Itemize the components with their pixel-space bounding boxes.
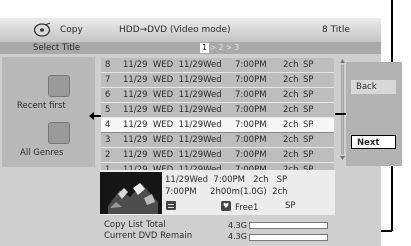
- copy-total-bar: [249, 222, 328, 229]
- row-date: 11/29 WED 11/29Wed: [123, 75, 222, 85]
- row-date: 11/29 WED 11/29Wed: [123, 60, 222, 70]
- remain-value: 4.3G: [228, 232, 247, 241]
- row-mode: SP: [303, 120, 314, 130]
- sort-icon: [48, 75, 70, 97]
- row-mode: SP: [303, 150, 314, 160]
- row-date: 11/29 WED 11/29Wed: [123, 150, 222, 160]
- header-title-count: 8 Title: [322, 25, 350, 35]
- table-row[interactable]: 4 11/29 WED 11/29Wed 7:00PM 2ch SP: [101, 118, 334, 133]
- preview-mode: SP: [285, 201, 296, 211]
- row-time: 7:00PM: [235, 60, 267, 70]
- preview-line-1: 11/29Wed 7:00PM 2ch SP: [165, 175, 288, 185]
- row-time: 7:00PM: [235, 90, 267, 100]
- header-bar: Copy HDD→DVD (Video mode) 8 Title: [0, 18, 381, 43]
- info-icon: [166, 201, 176, 210]
- arrow-left-icon: [89, 112, 101, 123]
- heart-icon: ♥: [221, 201, 231, 211]
- row-number: 3: [105, 135, 111, 145]
- row-time: 7:00PM: [235, 120, 267, 130]
- sub-bar: Select Title 1 > 2 > 3: [0, 42, 381, 54]
- table-row[interactable]: 7 11/29 WED 11/29Wed 7:00PM 2ch SP: [101, 73, 334, 88]
- row-channel: 2ch: [283, 90, 299, 100]
- page-current[interactable]: 1: [200, 43, 209, 53]
- header-route: HDD→DVD (Video mode): [119, 25, 231, 35]
- right-panel: [346, 62, 402, 166]
- preview-thumbnail: [100, 172, 162, 214]
- free-label: Free1: [235, 203, 259, 213]
- row-number: 8: [105, 60, 111, 70]
- disc-icon: [33, 22, 51, 37]
- row-number: 2: [105, 150, 111, 160]
- row-channel: 2ch: [283, 60, 299, 70]
- row-date: 11/29 WED 11/29Wed: [123, 120, 222, 130]
- row-time: 7:00PM: [235, 150, 267, 160]
- row-number: 5: [105, 105, 111, 115]
- row-mode: SP: [303, 60, 314, 70]
- row-number: 4: [105, 120, 111, 130]
- table-row[interactable]: 2 11/29 WED 11/29Wed 7:00PM 2ch SP: [101, 148, 334, 163]
- row-date: 11/29 WED 11/29Wed: [123, 90, 222, 100]
- title-list: 8 11/29 WED 11/29Wed 7:00PM 2ch SP 7 11/29 WED…: [101, 58, 334, 178]
- table-row[interactable]: 5 11/29 WED 11/29Wed 7:00PM 2ch SP: [101, 103, 334, 118]
- scrollbar[interactable]: [339, 58, 346, 161]
- copy-total-label: Copy List Total: [104, 220, 166, 230]
- copy-total-value: 4.3G: [228, 221, 247, 230]
- row-channel: 2ch: [283, 135, 299, 145]
- select-title-label: Select Title: [33, 43, 81, 53]
- row-channel: 2ch: [283, 150, 299, 160]
- table-row[interactable]: 3 11/29 WED 11/29Wed 7:00PM 2ch SP: [101, 133, 334, 148]
- row-number: 7: [105, 75, 111, 85]
- table-row[interactable]: 6 11/29 WED 11/29Wed 7:00PM 2ch SP: [101, 88, 334, 103]
- row-mode: SP: [303, 135, 314, 145]
- row-time: 7:00PM: [235, 105, 267, 115]
- row-number: 6: [105, 90, 111, 100]
- table-row[interactable]: 8 11/29 WED 11/29Wed 7:00PM 2ch SP: [101, 58, 334, 73]
- row-mode: SP: [303, 75, 314, 85]
- genre-icon: [48, 122, 70, 144]
- row-date: 11/29 WED 11/29Wed: [123, 135, 222, 145]
- row-time: 7:00PM: [235, 75, 267, 85]
- page-rest[interactable]: > 2 > 3: [210, 42, 239, 54]
- remain-bar: [249, 234, 328, 241]
- remain-label: Current DVD Remain: [104, 231, 193, 241]
- row-date: 11/29 WED 11/29Wed: [123, 105, 222, 115]
- row-time: 7:00PM: [235, 135, 267, 145]
- row-mode: SP: [303, 105, 314, 115]
- row-channel: 2ch: [283, 120, 299, 130]
- back-button[interactable]: Back: [351, 80, 396, 94]
- header-mode: Copy: [60, 25, 83, 35]
- callout-line-horizontal: [381, 230, 392, 232]
- next-button[interactable]: Next: [351, 135, 396, 149]
- row-mode: SP: [303, 90, 314, 100]
- sort-label[interactable]: Recent first: [17, 101, 66, 111]
- row-channel: 2ch: [283, 105, 299, 115]
- row-channel: 2ch: [283, 75, 299, 85]
- genre-label[interactable]: All Genres: [20, 148, 63, 158]
- preview-line-2: 7:00PM 2h00m(1.0G) 2ch: [165, 187, 288, 197]
